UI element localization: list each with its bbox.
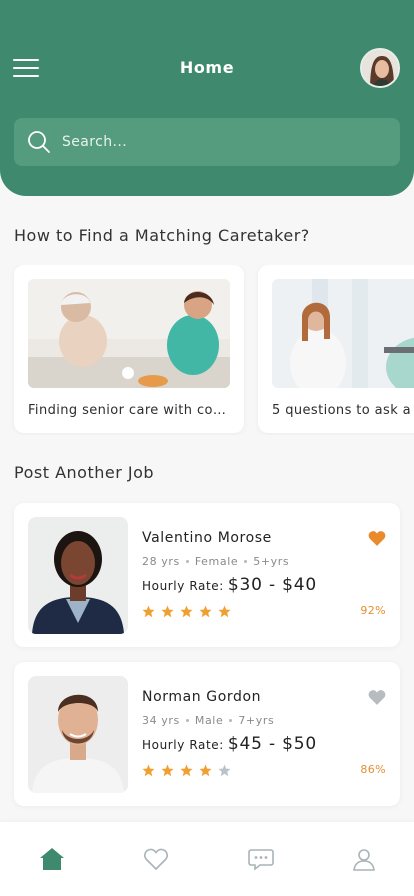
article-image bbox=[28, 279, 230, 388]
avatar[interactable] bbox=[360, 48, 400, 88]
hourly-rate-label: Hourly Rate: bbox=[142, 738, 224, 752]
page-title: Home bbox=[179, 58, 235, 77]
hourly-rate: Hourly Rate: $45 - $50 bbox=[142, 734, 317, 754]
article-card[interactable]: 5 questions to ask a caretaker bbox=[258, 265, 414, 433]
caregiver-gender: Male bbox=[194, 714, 224, 727]
caregiver-name: Valentino Morose bbox=[142, 530, 272, 546]
star-filled-icon bbox=[142, 764, 155, 777]
hourly-rate-label: Hourly Rate: bbox=[142, 579, 224, 593]
search-bar[interactable]: Search... bbox=[14, 118, 400, 166]
caregiver-details: 34 yrs Male 7+yrs bbox=[142, 714, 274, 727]
post-job-section-title: Post Another Job bbox=[14, 463, 155, 482]
caregiver-card[interactable]: Norman Gordon 34 yrs Male 7+yrs Hourly Rat… bbox=[14, 662, 400, 806]
bottom-nav bbox=[0, 822, 414, 896]
caregiver-age: 28 yrs bbox=[142, 555, 180, 568]
separator-dot bbox=[229, 719, 233, 722]
star-filled-icon bbox=[142, 605, 155, 618]
hourly-rate-value: $45 - $50 bbox=[227, 734, 317, 754]
star-filled-icon bbox=[161, 764, 174, 777]
hourly-rate-value: $30 - $40 bbox=[227, 575, 317, 595]
caregiver-experience: 7+yrs bbox=[238, 714, 275, 727]
caregiver-experience: 5+yrs bbox=[253, 555, 290, 568]
match-percent: 92% bbox=[360, 604, 386, 617]
article-title: 5 questions to ask a caretaker bbox=[272, 403, 414, 418]
star-empty-icon bbox=[218, 764, 231, 777]
search-icon bbox=[28, 131, 50, 153]
match-percent: 86% bbox=[360, 763, 386, 776]
star-filled-icon bbox=[199, 605, 212, 618]
caregiver-card[interactable]: Valentino Morose 28 yrs Female 5+yrs Hourl… bbox=[14, 503, 400, 647]
separator-dot bbox=[185, 719, 189, 722]
home-icon[interactable] bbox=[39, 846, 65, 872]
article-title: Finding senior care with confidence bbox=[28, 403, 228, 418]
caregiver-gender: Female bbox=[194, 555, 239, 568]
articles-section-title: How to Find a Matching Caretaker? bbox=[14, 226, 310, 245]
articles-carousel[interactable]: Finding senior care with confidence 5 qu… bbox=[0, 265, 414, 435]
caregiver-photo bbox=[28, 517, 128, 634]
header: Home Search... bbox=[0, 0, 414, 196]
star-filled-icon bbox=[180, 605, 193, 618]
caregiver-photo bbox=[28, 676, 128, 793]
rating-stars bbox=[142, 762, 237, 777]
hourly-rate: Hourly Rate: $30 - $40 bbox=[142, 575, 317, 595]
star-filled-icon bbox=[161, 605, 174, 618]
caregiver-details: 28 yrs Female 5+yrs bbox=[142, 555, 289, 568]
search-input[interactable]: Search... bbox=[62, 134, 127, 150]
article-card[interactable]: Finding senior care with confidence bbox=[14, 265, 244, 433]
separator-dot bbox=[185, 560, 189, 563]
caregiver-age: 34 yrs bbox=[142, 714, 180, 727]
rating-stars bbox=[142, 603, 237, 618]
star-filled-icon bbox=[180, 764, 193, 777]
favorite-heart-icon[interactable] bbox=[368, 689, 386, 705]
profile-icon[interactable] bbox=[351, 846, 377, 872]
heart-icon[interactable] bbox=[143, 846, 169, 872]
article-image bbox=[272, 279, 414, 388]
star-filled-icon bbox=[218, 605, 231, 618]
star-filled-icon bbox=[199, 764, 212, 777]
caregiver-name: Norman Gordon bbox=[142, 689, 262, 705]
separator-dot bbox=[244, 560, 248, 563]
favorite-heart-icon[interactable] bbox=[368, 530, 386, 546]
chat-icon[interactable] bbox=[248, 846, 274, 872]
